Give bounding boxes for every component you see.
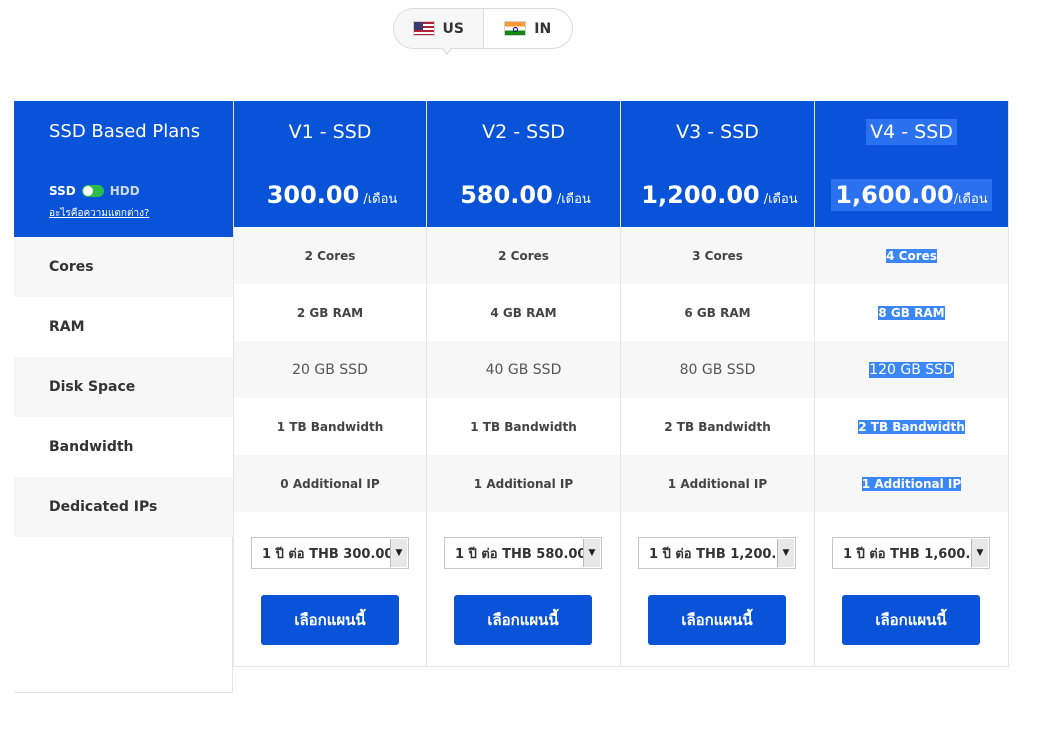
spec-ram-text: 8 GB RAM [878,305,945,320]
plan-column-v4: V4 - SSD 1,600.00/เดือน 4 Cores 8 GB RAM… [815,101,1009,667]
spec-ips: 1 Additional IP [427,455,620,512]
choose-plan-button[interactable]: เลือกแผนนี้ [261,595,399,645]
plan-price: 1,600.00/เดือน [815,179,1008,211]
choose-plan-button[interactable]: เลือกแผนนี้ [648,595,786,645]
plan-header: V4 - SSD 1,600.00/เดือน [815,101,1008,227]
divider [233,666,1009,667]
price-unit: /เดือน [763,192,798,207]
divider [14,692,233,693]
plan-header: V1 - SSD 300.00/เดือน [234,101,426,227]
chevron-down-icon[interactable]: ▼ [777,539,794,567]
plan-price: 300.00/เดือน [234,181,426,209]
plans-title: SSD Based Plans [49,121,201,142]
region-switch: US IN [393,8,573,49]
plan-name: V2 - SSD [482,121,565,143]
price-value: 300.00 [266,181,360,209]
price-unit: /เดือน [363,192,398,207]
spec-ram: 4 GB RAM [490,305,557,320]
region-pointer-icon [441,47,453,55]
region-us-label: US [442,20,464,37]
spec-ram: 2 GB RAM [296,305,364,320]
ssd-label: SSD [49,184,76,198]
price-unit: /เดือน [953,192,988,207]
plan-column-v2: V2 - SSD 580.00/เดือน 2 Cores 4 GB RAM 4… [427,101,621,667]
plan-column-v1: V1 - SSD 300.00/เดือน 2 Cores 2 GB RAM 2… [233,101,427,667]
plan-header: V2 - SSD 580.00/เดือน [427,101,620,227]
spec-bandwidth: 1 TB Bandwidth [470,419,577,434]
plan-column-v3: V3 - SSD 1,200.00/เดือน 3 Cores 6 GB RAM… [621,101,815,667]
feature-label-cores: Cores [14,237,233,297]
india-flag-icon [504,21,527,36]
region-in-button[interactable]: IN [484,9,573,48]
spec-bandwidth-text: 2 TB Bandwidth [858,419,965,434]
difference-link[interactable]: อะไรคือความแตกต่าง? [49,206,149,221]
spec-bandwidth: 2 TB Bandwidth [815,398,1008,455]
feature-label-disk: Disk Space [14,357,233,417]
ssd-hdd-toggle[interactable] [81,185,104,197]
storage-toggle-row: SSD HDD [49,184,140,198]
spec-bandwidth: 1 TB Bandwidth [276,419,384,434]
billing-term-value: 1 ปี ต่อ THB 580.00 [455,546,583,562]
billing-term-select[interactable]: 1 ปี ต่อ THB 580.00 ▼ [444,537,602,569]
billing-term-select[interactable]: 1 ปี ต่อ THB 1,200.0 ▼ [638,537,796,569]
price-value: 1,200.00 [641,181,760,209]
plans-table: V1 - SSD 300.00/เดือน 2 Cores 2 GB RAM 2… [233,101,1009,667]
spec-disk: 80 GB SSD [621,341,814,398]
choose-plan-button[interactable]: เลือกแผนนี้ [454,595,592,645]
hdd-label: HDD [109,184,140,198]
spec-ips: 1 Additional IP [621,455,814,512]
spec-cores: 3 Cores [621,227,814,284]
plan-price: 1,200.00/เดือน [621,181,814,209]
spec-ips: 1 Additional IP [815,455,1008,512]
spec-disk: 120 GB SSD [815,341,1008,398]
spec-bandwidth: 2 TB Bandwidth [664,419,771,434]
plan-name-text: V4 - SSD [866,119,957,145]
spec-disk: 20 GB SSD [234,341,426,398]
spec-ram: 6 GB RAM [684,305,751,320]
plan-name: V1 - SSD [288,121,372,143]
choose-plan-button[interactable]: เลือกแผนนี้ [842,595,980,645]
chevron-down-icon[interactable]: ▼ [583,539,600,567]
spec-cores: 2 Cores [427,227,620,284]
spec-ips: 0 Additional IP [234,455,426,512]
billing-term-value: 1 ปี ต่อ THB 1,200.0 [649,546,777,562]
feature-label-ips: Dedicated IPs [14,477,233,537]
plan-price: 580.00/เดือน [427,181,620,209]
billing-term-select[interactable]: 1 ปี ต่อ THB 1,600.0 ▼ [832,537,990,569]
spec-disk: 40 GB SSD [427,341,620,398]
feature-label-ram: RAM [49,319,85,335]
chevron-down-icon[interactable]: ▼ [390,539,407,567]
billing-term-value: 1 ปี ต่อ THB 1,600.0 [843,546,971,562]
price-value: 1,600.00 [835,181,954,209]
spec-disk-text: 120 GB SSD [869,361,954,378]
region-in-label: IN [534,20,552,37]
price-value: 580.00 [460,181,553,209]
plan-header: V3 - SSD 1,200.00/เดือน [621,101,814,227]
billing-term-select[interactable]: 1 ปี ต่อ THB 300.00 ▼ [251,537,409,569]
billing-term-value: 1 ปี ต่อ THB 300.00 [262,546,390,562]
spec-ips-text: 1 Additional IP [861,476,962,491]
spec-cores: 4 Cores [815,227,1008,284]
feature-label-bandwidth: Bandwidth [49,439,134,455]
plan-name: V4 - SSD [815,119,1008,145]
price-unit: /เดือน [556,192,591,207]
chevron-down-icon[interactable]: ▼ [971,539,988,567]
plan-name: V3 - SSD [676,121,759,143]
us-flag-icon [412,21,435,36]
spec-cores-text: 4 Cores [886,248,937,263]
price-selection: 1,600.00/เดือน [831,179,992,211]
plans-header-left: SSD Based Plans SSD HDD อะไรคือความแตกต่… [14,101,233,237]
spec-ram: 8 GB RAM [815,284,1008,341]
region-us-button[interactable]: US [394,9,484,48]
spec-cores: 2 Cores [234,227,426,284]
